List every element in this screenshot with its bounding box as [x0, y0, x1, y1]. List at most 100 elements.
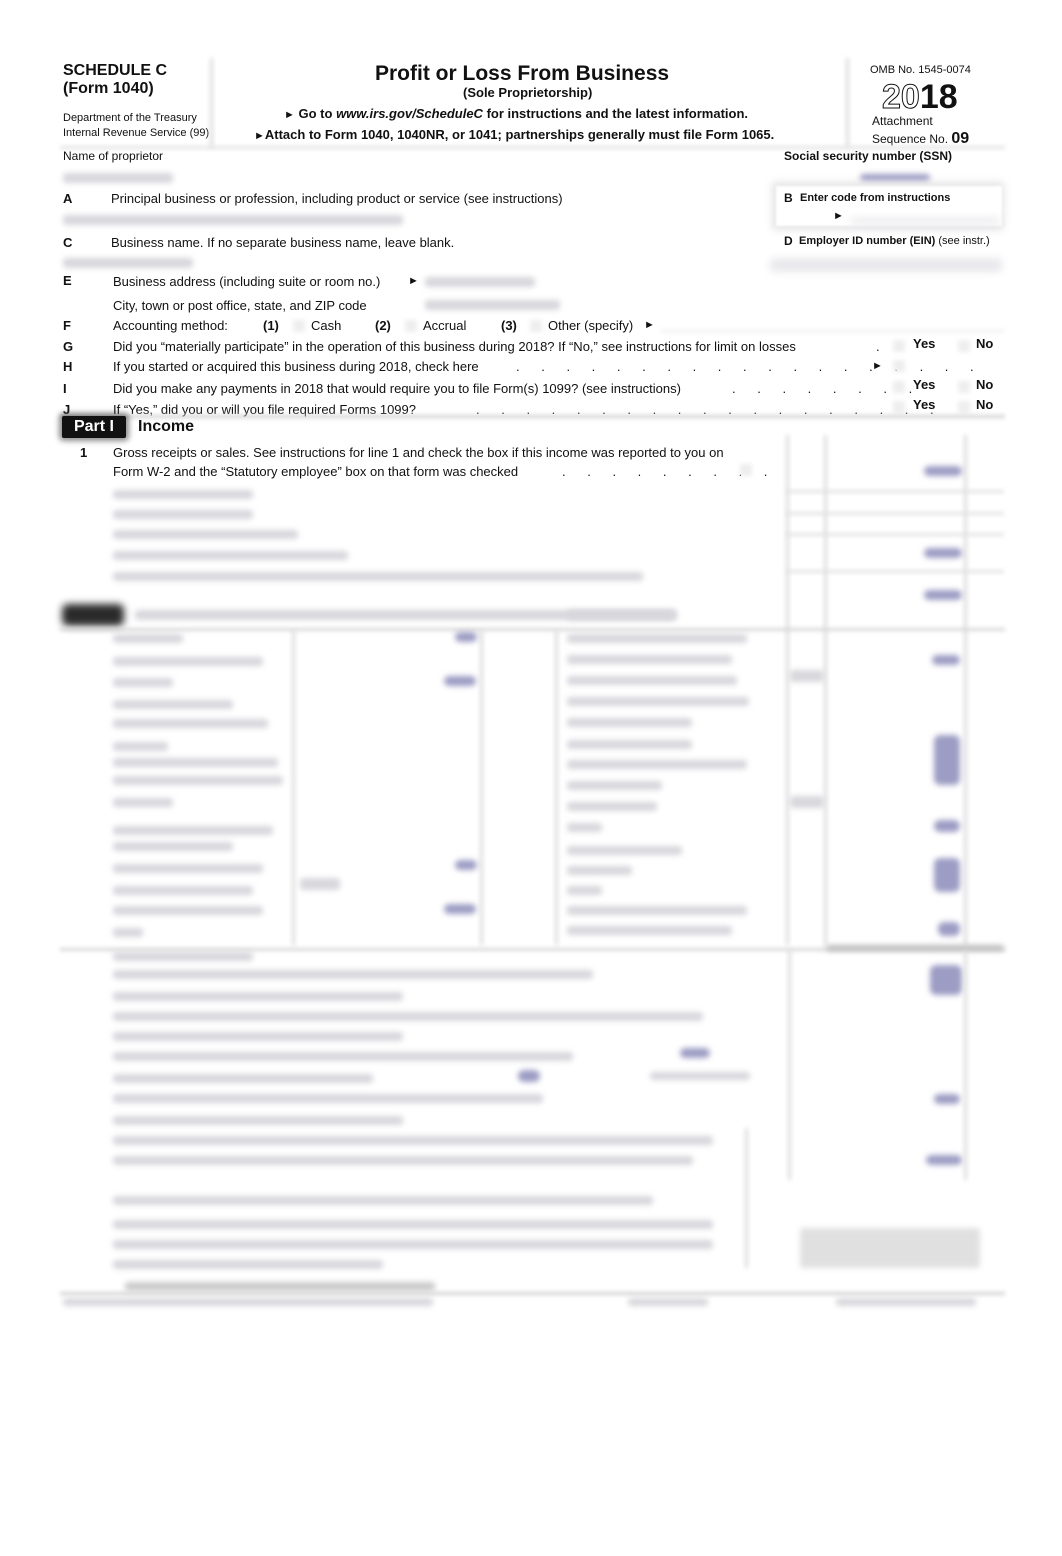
ein-field[interactable] — [770, 258, 1002, 272]
blurred-line — [113, 1196, 653, 1205]
blurred-line — [113, 1136, 713, 1145]
form-subtitle: (Sole Proprietorship) — [463, 85, 593, 100]
ssn-field[interactable] — [860, 174, 930, 182]
line-amount[interactable] — [934, 820, 960, 832]
line-i-letter: I — [63, 381, 67, 396]
statutory-employee-checkbox[interactable] — [740, 464, 752, 476]
line-amount[interactable] — [924, 590, 962, 600]
line-b-letter: B — [784, 191, 793, 205]
business-name-field[interactable] — [63, 258, 193, 268]
other-method-field[interactable] — [660, 330, 1005, 332]
blurred-line — [113, 510, 253, 519]
line-g-letter: G — [63, 339, 74, 354]
ssn-label: Social security number (SSN) — [784, 149, 953, 163]
h-checkbox[interactable] — [893, 360, 905, 372]
j-yes-checkbox[interactable] — [893, 401, 905, 413]
line1-amount[interactable] — [924, 466, 962, 476]
dot-leader: . . . . . . . . . . . . . . . . . . . — [516, 359, 983, 374]
blurred-line — [113, 992, 403, 1001]
blurred-note — [800, 1228, 980, 1268]
line-b-label: Enter code from instructions — [800, 192, 951, 204]
method-2-number: (2) — [375, 318, 391, 333]
method-1-number: (1) — [263, 318, 279, 333]
blurred-line — [113, 678, 173, 687]
department-line-2: Internal Revenue Service (99) — [63, 127, 210, 139]
blurred-line — [113, 742, 168, 751]
line-amount[interactable] — [932, 655, 960, 665]
principal-business-field[interactable] — [63, 215, 403, 225]
line-amount[interactable] — [680, 1048, 710, 1058]
blurred-line — [113, 634, 183, 643]
blurred-line — [113, 1260, 383, 1269]
arrow-right-icon: ► — [644, 319, 655, 331]
line-e-letter: E — [63, 273, 72, 288]
header-divider-right — [846, 58, 849, 148]
line-g-label: Did you “materially participate” in the … — [113, 339, 796, 354]
blurred-line — [567, 697, 749, 706]
name-of-proprietor-label: Name of proprietor — [63, 149, 164, 163]
line-amount[interactable] — [444, 904, 476, 914]
line-amount[interactable] — [934, 1094, 960, 1104]
line-f-label: Accounting method: — [113, 318, 228, 333]
city-state-zip-field[interactable] — [425, 300, 560, 310]
blurred-line — [113, 842, 233, 851]
blurred-line — [113, 776, 283, 785]
blurred-line — [113, 952, 253, 961]
line-d-label: Employer ID number (EIN) (see instr.) — [799, 235, 990, 247]
j-yes-label: Yes — [913, 397, 936, 412]
i-no-label: No — [976, 377, 994, 392]
line-amount[interactable] — [444, 676, 476, 686]
line-d-letter: D — [784, 234, 793, 248]
line-a-letter: A — [63, 191, 73, 206]
accrual-checkbox[interactable] — [405, 320, 417, 332]
name-of-proprietor-field[interactable] — [63, 173, 173, 183]
blurred-line — [113, 1074, 373, 1083]
part1-title: Income — [138, 418, 195, 435]
irs-url-link[interactable]: www.irs.gov/ScheduleC — [336, 106, 483, 121]
blurred-line — [567, 866, 632, 875]
part2-badge — [62, 604, 124, 626]
instruction-attach: ►Attach to Form 1040, 1040NR, or 1041; p… — [254, 127, 775, 142]
line-amount[interactable] — [934, 735, 960, 785]
other-method-checkbox[interactable] — [530, 320, 542, 332]
cash-checkbox[interactable] — [293, 320, 305, 332]
arrow-right-icon: ► — [284, 109, 295, 121]
j-no-checkbox[interactable] — [958, 401, 970, 413]
omb-number: OMB No. 1545-0074 — [870, 64, 971, 76]
attachment-label: Attachment — [872, 114, 933, 128]
line-c-label: Business name. If no separate business n… — [111, 235, 455, 250]
line-amount[interactable] — [455, 632, 477, 642]
header-divider-left — [210, 58, 213, 148]
line-amount[interactable] — [934, 858, 960, 892]
line-amount[interactable] — [924, 548, 962, 558]
blurred-line — [113, 1156, 693, 1165]
line-e-label: Business address (including suite or roo… — [113, 274, 381, 289]
blurred-line — [113, 886, 253, 895]
blurred-line — [113, 657, 263, 666]
line-amount[interactable] — [926, 1155, 962, 1165]
line-amount[interactable] — [930, 965, 962, 995]
blurred-line — [567, 926, 732, 935]
i-yes-checkbox[interactable] — [893, 381, 905, 393]
g-yes-checkbox[interactable] — [893, 340, 905, 352]
form-number: (Form 1040) — [63, 80, 154, 97]
department-line-1: Department of the Treasury — [63, 112, 197, 124]
g-no-checkbox[interactable] — [958, 340, 970, 352]
g-no-label: No — [976, 336, 994, 351]
blurred-line — [113, 551, 348, 560]
blurred-line — [113, 906, 263, 915]
method-other-label: Other (specify) — [548, 318, 634, 333]
blurred-line — [113, 1220, 713, 1229]
blurred-line — [113, 1116, 403, 1125]
blurred-line — [113, 928, 143, 937]
footer-form-id — [836, 1298, 976, 1306]
business-address-field[interactable] — [425, 277, 535, 287]
line-amount[interactable] — [518, 1070, 540, 1082]
line-amount[interactable] — [455, 860, 477, 870]
line-amount[interactable] — [938, 922, 960, 936]
blurred-line — [113, 1240, 713, 1249]
arrow-right-icon: ► — [254, 130, 265, 142]
business-code-field[interactable] — [850, 218, 1000, 224]
blurred-line — [113, 970, 593, 979]
i-no-checkbox[interactable] — [958, 381, 970, 393]
